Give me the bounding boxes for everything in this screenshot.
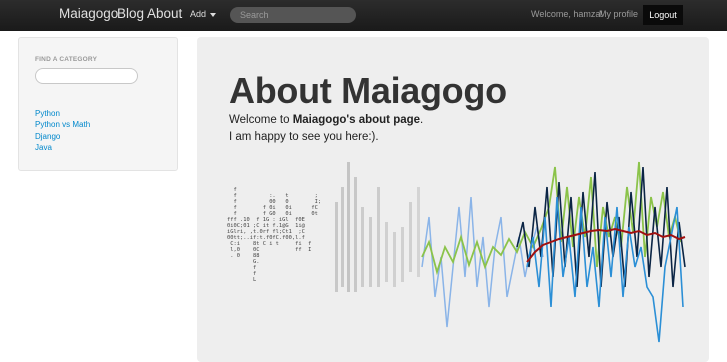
ascii-column-strokes xyxy=(335,162,420,292)
page-title: About Maiagogo xyxy=(229,70,507,111)
welcome-prefix: Welcome to xyxy=(229,114,293,126)
category-link[interactable]: Python xyxy=(35,108,90,119)
category-list: Python Python vs Math Django Java xyxy=(35,108,90,153)
greeting-message: I am happy to see you here:). xyxy=(229,131,379,143)
blue-line xyxy=(526,196,684,343)
category-link[interactable]: Java xyxy=(35,142,90,153)
category-link[interactable]: Python vs Math xyxy=(35,119,90,130)
my-profile-link[interactable]: My profile xyxy=(599,9,638,19)
add-dropdown-label: Add xyxy=(190,9,207,19)
about-hero: About Maiagogo Welcome to Maiagogo's abo… xyxy=(197,37,709,362)
welcome-text: Welcome, hamza! xyxy=(531,9,603,19)
decorative-wave-illustration xyxy=(335,161,686,343)
welcome-bold: Maiagogo's about page xyxy=(292,114,421,126)
welcome-message: Welcome to Maiagogo's about page. xyxy=(229,114,423,126)
add-dropdown[interactable]: Add xyxy=(190,9,217,19)
nav-link-blog[interactable]: Blog xyxy=(117,6,144,21)
logout-button[interactable]: Logout xyxy=(643,5,683,25)
caret-down-icon xyxy=(210,12,217,17)
welcome-suffix: . xyxy=(420,114,424,126)
category-link[interactable]: Django xyxy=(35,131,90,142)
top-navbar: Maiagogo Blog About Add Welcome, hamza! … xyxy=(0,0,727,31)
nav-link-about[interactable]: About xyxy=(147,6,182,21)
category-search-input[interactable] xyxy=(35,68,138,84)
navbar-search-input[interactable] xyxy=(230,7,356,23)
brand-link[interactable]: Maiagogo xyxy=(59,6,118,21)
category-heading: FIND A CATEGORY xyxy=(35,56,98,63)
category-sidebar: FIND A CATEGORY Python Python vs Math Dj… xyxy=(18,37,178,171)
